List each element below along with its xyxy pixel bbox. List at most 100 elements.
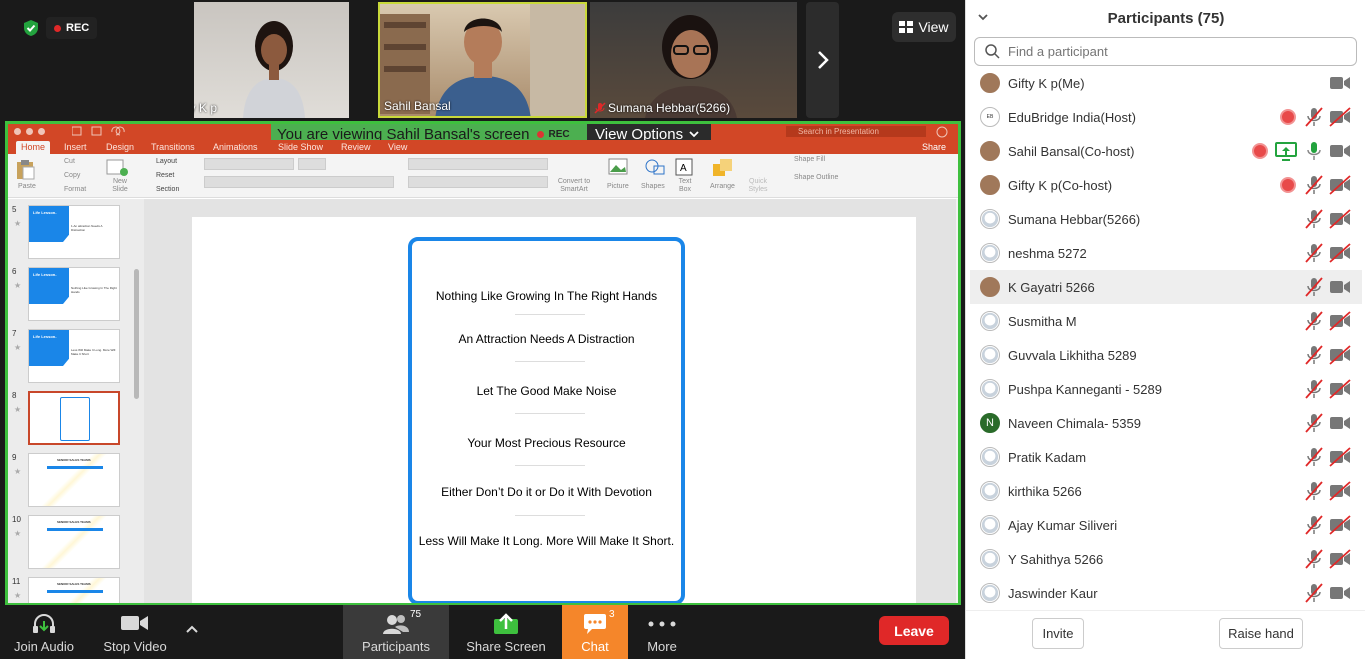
- mic-on-icon[interactable]: [1303, 141, 1325, 161]
- participant-search-input[interactable]: [1008, 44, 1338, 59]
- cut-label[interactable]: Cut: [64, 158, 75, 165]
- video-off-icon[interactable]: [1329, 107, 1351, 127]
- slide-scrollbar[interactable]: [956, 199, 958, 603]
- video-off-icon[interactable]: [1329, 243, 1351, 263]
- tab-review[interactable]: Review: [341, 142, 371, 152]
- mic-muted-icon[interactable]: [1303, 243, 1325, 263]
- participant-search[interactable]: [974, 37, 1357, 66]
- mic-muted-icon[interactable]: [1303, 311, 1325, 331]
- mic-muted-icon[interactable]: [1303, 413, 1325, 433]
- video-off-icon[interactable]: [1329, 209, 1351, 229]
- stop-video-button[interactable]: Stop Video: [100, 605, 170, 659]
- slide-thumbnail-row[interactable]: 5 ★ Life Lesson- 1.An attraction Needs A Di…: [12, 205, 132, 261]
- slide-thumbnail[interactable]: Life Lesson- 1.An attraction Needs A Dist…: [28, 205, 120, 259]
- video-tile-sumana[interactable]: Sumana Hebbar(5266): [590, 2, 797, 118]
- tab-home[interactable]: Home: [16, 141, 51, 154]
- text-box-icon[interactable]: A: [675, 158, 693, 176]
- security-shield-icon[interactable]: [22, 19, 40, 37]
- participant-row[interactable]: Gifty K p(Me): [970, 66, 1362, 100]
- invite-button[interactable]: Invite: [1032, 618, 1084, 649]
- participant-row[interactable]: Pushpa Kanneganti - 5289: [970, 372, 1362, 406]
- video-tile-sahil[interactable]: Sahil Bansal: [378, 2, 587, 118]
- font-format-row[interactable]: [204, 176, 394, 188]
- slide-thumbnail[interactable]: [28, 391, 120, 445]
- participant-row[interactable]: kirthika 5266: [970, 474, 1362, 508]
- shape-outline-label[interactable]: Shape Outline: [794, 174, 838, 181]
- slide-thumbnail[interactable]: SENIOR SALES TEAMS: [28, 577, 120, 603]
- layout-label[interactable]: Layout: [156, 158, 177, 165]
- participant-row[interactable]: Gifty K p(Co-host): [970, 168, 1362, 202]
- video-options-caret-icon[interactable]: [186, 625, 198, 633]
- section-label[interactable]: Section: [156, 186, 179, 193]
- video-off-icon[interactable]: [1329, 447, 1351, 467]
- view-layout-button[interactable]: View: [892, 12, 956, 42]
- slide-thumbnail-row[interactable]: 6 ★ Life Lesson- Nothing Like Growing In Th…: [12, 267, 132, 323]
- mic-muted-icon[interactable]: [1303, 175, 1325, 195]
- slide-thumbnail[interactable]: SENIOR SALES TEAMS: [28, 453, 120, 507]
- participant-row[interactable]: Sahil Bansal(Co-host): [970, 134, 1362, 168]
- current-slide[interactable]: Nothing Like Growing In The Right Hands …: [192, 217, 916, 603]
- video-off-icon[interactable]: [1329, 515, 1351, 535]
- participant-row[interactable]: Susmitha M: [970, 304, 1362, 338]
- mic-muted-icon[interactable]: [1303, 447, 1325, 467]
- mic-muted-icon[interactable]: [1303, 277, 1325, 297]
- video-off-icon[interactable]: [1329, 345, 1351, 365]
- smiley-icon[interactable]: [936, 126, 950, 138]
- mic-muted-icon[interactable]: [1303, 379, 1325, 399]
- video-off-icon[interactable]: [1329, 481, 1351, 501]
- video-off-icon[interactable]: [1329, 379, 1351, 399]
- presentation-search[interactable]: Search in Presentation: [786, 126, 926, 137]
- shared-screen[interactable]: Search in Presentation You are viewing S…: [5, 121, 961, 606]
- participant-row[interactable]: Guvvala Likhitha 5289: [970, 338, 1362, 372]
- slide-thumbnail-row[interactable]: 9 ★ SENIOR SALES TEAMS: [12, 453, 132, 509]
- format-label[interactable]: Format: [64, 186, 86, 193]
- slide-thumbnail-row[interactable]: 8 ★: [12, 391, 132, 447]
- font-name-box[interactable]: [204, 158, 294, 170]
- paragraph-row[interactable]: [408, 158, 548, 170]
- mic-muted-icon[interactable]: [1303, 345, 1325, 365]
- mic-muted-icon[interactable]: [1303, 107, 1325, 127]
- mic-muted-icon[interactable]: [1303, 209, 1325, 229]
- mic-muted-icon[interactable]: [1303, 481, 1325, 501]
- slide-thumbnail-row[interactable]: 7 ★ Life Lesson- Less Will Make It Long. Mo…: [12, 329, 132, 385]
- participant-row[interactable]: neshma 5272: [970, 236, 1362, 270]
- arrange-icon[interactable]: [712, 158, 734, 178]
- video-on-icon[interactable]: [1329, 141, 1351, 161]
- convert-smartart-label[interactable]: Convert to SmartArt: [554, 178, 594, 194]
- mic-muted-icon[interactable]: [1303, 583, 1325, 603]
- video-off-icon[interactable]: [1329, 175, 1351, 195]
- recording-indicator[interactable]: REC: [46, 17, 98, 39]
- slide-thumbnail[interactable]: Life Lesson- Nothing Like Growing In The …: [28, 267, 120, 321]
- chat-button[interactable]: 3 Chat: [562, 605, 628, 659]
- video-tile-gifty[interactable]: Gifty K p: [194, 2, 349, 118]
- video-off-icon[interactable]: [1329, 549, 1351, 569]
- slide-thumbnail[interactable]: SENIOR SALES TEAMS: [28, 515, 120, 569]
- participants-button[interactable]: 75 Participants: [343, 605, 449, 659]
- participant-row[interactable]: K Gayatri 5266: [970, 270, 1362, 304]
- tab-transitions[interactable]: Transitions: [151, 142, 195, 152]
- shapes-icon[interactable]: [644, 158, 666, 176]
- picture-icon[interactable]: [608, 158, 628, 176]
- raise-hand-button[interactable]: Raise hand: [1219, 618, 1303, 649]
- share-screen-button[interactable]: Share Screen: [463, 605, 549, 659]
- more-button[interactable]: More: [638, 605, 686, 659]
- mic-muted-icon[interactable]: [1303, 549, 1325, 569]
- participant-row[interactable]: N Naveen Chimala- 5359: [970, 406, 1362, 440]
- tab-view[interactable]: View: [388, 142, 407, 152]
- video-off-icon[interactable]: [1329, 311, 1351, 331]
- shape-fill-label[interactable]: Shape Fill: [794, 156, 825, 163]
- leave-button[interactable]: Leave: [879, 616, 949, 645]
- paste-icon[interactable]: [14, 158, 36, 180]
- reset-label[interactable]: Reset: [156, 172, 174, 179]
- copy-label[interactable]: Copy: [64, 172, 80, 179]
- tab-slide-show[interactable]: Slide Show: [278, 142, 323, 152]
- participant-row[interactable]: Sumana Hebbar(5266): [970, 202, 1362, 236]
- font-size-box[interactable]: [298, 158, 326, 170]
- new-slide-icon[interactable]: [106, 158, 128, 178]
- quick-styles-label[interactable]: Quick Styles: [746, 178, 770, 194]
- tab-design[interactable]: Design: [106, 142, 134, 152]
- video-on-icon[interactable]: [1329, 583, 1351, 603]
- participant-row[interactable]: EB EduBridge India(Host): [970, 100, 1362, 134]
- video-on-icon[interactable]: [1329, 277, 1351, 297]
- tab-animations[interactable]: Animations: [213, 142, 258, 152]
